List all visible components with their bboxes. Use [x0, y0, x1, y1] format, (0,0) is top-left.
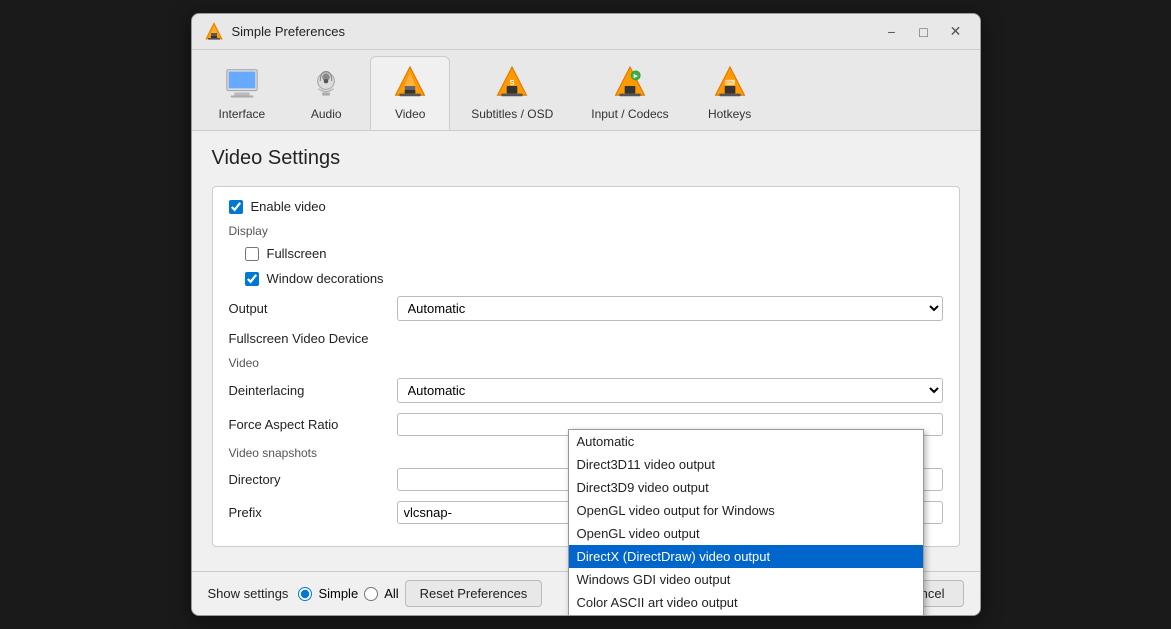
prefix-label: Prefix [229, 505, 389, 520]
deinterlacing-label: Deinterlacing [229, 383, 389, 398]
tab-interface-label: Interface [219, 107, 266, 121]
dropdown-item-automatic[interactable]: Automatic [569, 430, 923, 453]
output-select[interactable]: Automatic [397, 296, 943, 321]
tab-audio[interactable]: Audio [286, 56, 366, 130]
show-settings-label: Show settings [208, 586, 289, 601]
all-radio[interactable] [364, 587, 378, 601]
reset-preferences-button[interactable]: Reset Preferences [405, 580, 543, 607]
svg-text:▶: ▶ [634, 73, 638, 79]
deinterlacing-select[interactable]: Automatic [397, 378, 943, 403]
tab-video[interactable]: Video [370, 56, 450, 130]
tab-input[interactable]: ▶ Input / Codecs [574, 56, 685, 130]
simple-radio-label[interactable]: Simple [318, 586, 358, 601]
fullscreen-device-row: Fullscreen Video Device [229, 331, 943, 346]
window-decorations-label[interactable]: Window decorations [267, 271, 384, 286]
tab-subtitles[interactable]: S Subtitles / OSD [454, 56, 570, 130]
video-subsection-label: Video [229, 356, 943, 370]
dropdown-item-opengl-windows[interactable]: OpenGL video output for Windows [569, 499, 923, 522]
output-row: Output Automatic [229, 296, 943, 321]
maximize-button[interactable]: □ [912, 20, 936, 44]
simple-radio[interactable] [298, 587, 312, 601]
fullscreen-label[interactable]: Fullscreen [267, 246, 327, 261]
output-dropdown-wrapper: Automatic [397, 296, 943, 321]
dropdown-item-direct3d11[interactable]: Direct3D11 video output [569, 453, 923, 476]
fullscreen-device-label: Fullscreen Video Device [229, 331, 389, 346]
video-icon [390, 63, 430, 103]
dropdown-item-direct3d9[interactable]: Direct3D9 video output [569, 476, 923, 499]
window-title: Simple Preferences [232, 24, 880, 39]
interface-icon [222, 63, 262, 103]
tab-hotkeys[interactable]: ⌨ Hotkeys [690, 56, 770, 130]
show-settings-radio-group: Simple All [298, 586, 398, 601]
svg-text:⌨: ⌨ [725, 79, 735, 87]
fullscreen-checkbox[interactable] [245, 247, 259, 261]
fullscreen-row: Fullscreen [245, 246, 943, 261]
enable-video-row: Enable video [229, 199, 943, 214]
close-button[interactable]: ✕ [944, 20, 968, 44]
dropdown-item-gdi[interactable]: Windows GDI video output [569, 568, 923, 591]
window-decorations-row: Window decorations [245, 271, 943, 286]
svg-text:S: S [510, 78, 515, 87]
audio-icon [306, 63, 346, 103]
tab-video-label: Video [395, 107, 425, 121]
all-radio-label[interactable]: All [384, 586, 398, 601]
force-aspect-ratio-label: Force Aspect Ratio [229, 417, 389, 432]
window-decorations-checkbox[interactable] [245, 272, 259, 286]
dropdown-item-directx[interactable]: DirectX (DirectDraw) video output [569, 545, 923, 568]
tab-input-label: Input / Codecs [591, 107, 668, 121]
tab-hotkeys-label: Hotkeys [708, 107, 751, 121]
dropdown-item-color-ascii[interactable]: Color ASCII art video output [569, 591, 923, 614]
tab-subtitles-label: Subtitles / OSD [471, 107, 553, 121]
input-icon: ▶ [610, 63, 650, 103]
tab-interface[interactable]: Interface [202, 56, 283, 130]
hotkeys-icon: ⌨ [710, 63, 750, 103]
section-title: Video Settings [212, 147, 960, 170]
content-area: Video Settings Enable video Display Full… [192, 131, 980, 571]
vlc-icon [204, 22, 224, 42]
titlebar: Simple Preferences − □ ✕ [192, 14, 980, 50]
subtitles-icon: S [492, 63, 532, 103]
main-window: Simple Preferences − □ ✕ Interface [191, 13, 981, 616]
output-label: Output [229, 301, 389, 316]
directory-label: Directory [229, 472, 389, 487]
display-subsection-label: Display [229, 224, 943, 238]
output-dropdown-overlay: Automatic Direct3D11 video output Direct… [568, 429, 924, 616]
tab-bar: Interface Audio [192, 50, 980, 131]
window-controls: − □ ✕ [880, 20, 968, 44]
dropdown-item-statistics[interactable]: Statistics video output [569, 614, 923, 616]
enable-video-checkbox[interactable] [229, 200, 243, 214]
deinterlacing-row: Deinterlacing Automatic [229, 378, 943, 403]
enable-video-label[interactable]: Enable video [251, 199, 326, 214]
minimize-button[interactable]: − [880, 20, 904, 44]
dropdown-item-opengl[interactable]: OpenGL video output [569, 522, 923, 545]
tab-audio-label: Audio [311, 107, 342, 121]
